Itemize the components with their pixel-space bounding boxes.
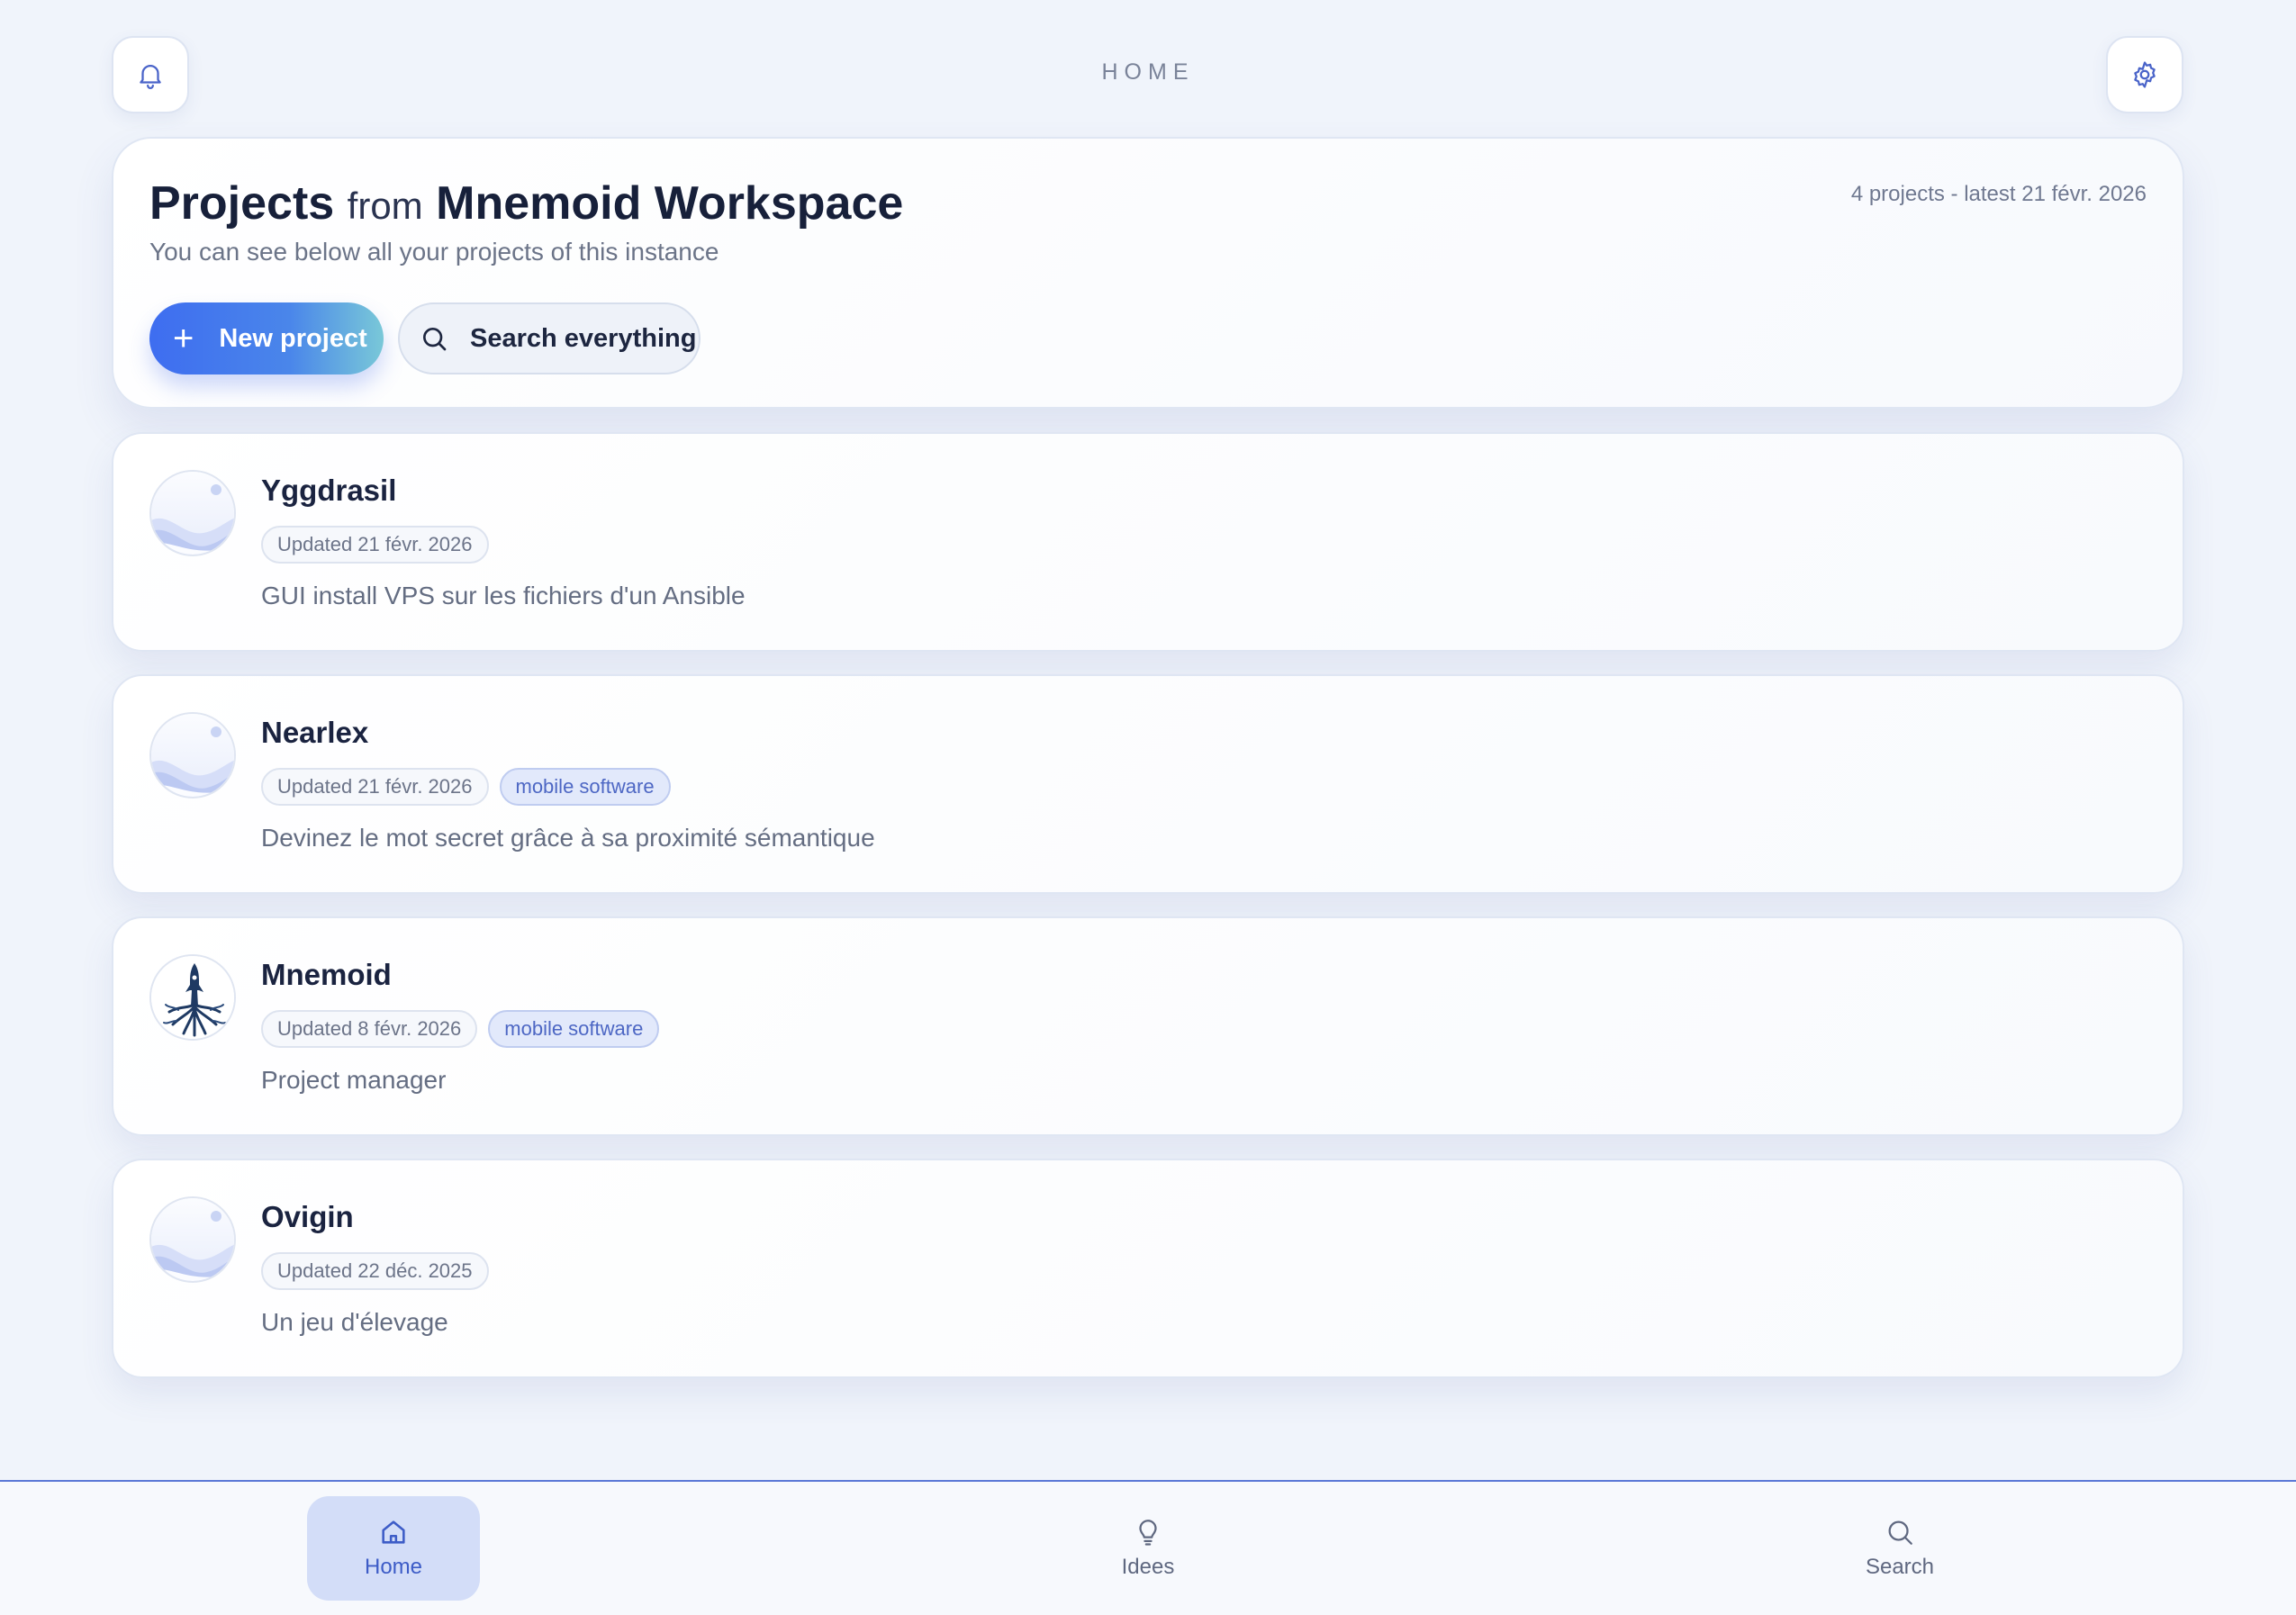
rocket-tree-logo-icon	[151, 956, 234, 1039]
home-screen: HOME Projects from Mnemoid Workspace You…	[0, 0, 2296, 1615]
nav-label-home: Home	[364, 1555, 423, 1579]
project-card-mnemoid[interactable]: Mnemoid Updated 8 févr. 2026 mobile soft…	[112, 916, 2184, 1136]
workspace-title: Projects from Mnemoid Workspace	[149, 176, 903, 230]
project-description: Devinez le mot secret grâce à sa proximi…	[261, 824, 875, 852]
nav-item-idees[interactable]: Idees	[1062, 1496, 1234, 1601]
project-avatar	[149, 954, 236, 1041]
nav-item-search[interactable]: Search	[1813, 1496, 1986, 1601]
project-name: Yggdrasil	[261, 474, 397, 507]
plus-icon: +	[173, 319, 194, 358]
placeholder-wave-icon	[151, 714, 234, 797]
workspace-header-card: Projects from Mnemoid Workspace You can …	[112, 137, 2184, 409]
settings-button[interactable]	[2106, 36, 2183, 113]
page-title: HOME	[1101, 59, 1195, 85]
search-everything-label: Search everything	[470, 323, 697, 353]
search-everything-button[interactable]: Search everything	[398, 302, 701, 374]
projects-summary: 4 projects - latest 21 févr. 2026	[1850, 182, 2147, 206]
project-name: Ovigin	[261, 1200, 354, 1233]
home-icon	[382, 1520, 405, 1544]
project-name: Nearlex	[261, 716, 369, 749]
category-tag[interactable]: mobile software	[488, 1010, 660, 1048]
nav-item-home[interactable]: Home	[307, 1496, 480, 1601]
lightbulb-icon	[1139, 1520, 1157, 1546]
new-project-button[interactable]: + New project	[149, 302, 384, 374]
project-description: Project manager	[261, 1066, 447, 1094]
title-from: from	[347, 185, 423, 227]
project-avatar	[149, 1196, 236, 1283]
placeholder-wave-icon	[151, 1198, 234, 1281]
project-card-nearlex[interactable]: Nearlex Updated 21 févr. 2026 mobile sof…	[112, 674, 2184, 894]
search-icon	[1888, 1520, 1912, 1545]
project-card-yggdrasil[interactable]: Yggdrasil Updated 21 févr. 2026 GUI inst…	[112, 432, 2184, 652]
new-project-label: New project	[219, 323, 367, 353]
project-card-ovigin[interactable]: Ovigin Updated 22 déc. 2025 Un jeu d'éle…	[112, 1159, 2184, 1378]
project-avatar	[149, 712, 236, 798]
updated-badge: Updated 21 févr. 2026	[261, 768, 489, 806]
project-chips: Updated 8 févr. 2026 mobile software	[261, 1010, 660, 1048]
nav-label-search: Search	[1865, 1555, 1935, 1579]
project-avatar	[149, 470, 236, 556]
updated-badge: Updated 8 févr. 2026	[261, 1010, 478, 1048]
bottom-navigation: Home Idees Search	[0, 1480, 2296, 1615]
updated-badge: Updated 21 févr. 2026	[261, 526, 489, 564]
project-chips: Updated 21 févr. 2026 mobile software	[261, 768, 671, 806]
title-workspace-name: Mnemoid Workspace	[436, 177, 904, 230]
gear-icon	[2134, 61, 2156, 88]
project-chips: Updated 22 déc. 2025	[261, 1252, 489, 1290]
updated-badge: Updated 22 déc. 2025	[261, 1252, 489, 1290]
search-icon	[423, 328, 447, 351]
project-chips: Updated 21 févr. 2026	[261, 526, 489, 564]
workspace-subtitle: You can see below all your projects of t…	[149, 238, 719, 266]
project-description: GUI install VPS sur les fichiers d'un An…	[261, 582, 746, 609]
project-description: Un jeu d'élevage	[261, 1308, 448, 1336]
project-name: Mnemoid	[261, 958, 392, 991]
title-projects: Projects	[149, 177, 335, 230]
placeholder-wave-icon	[151, 472, 234, 555]
category-tag[interactable]: mobile software	[499, 768, 671, 806]
nav-label-idees: Idees	[1121, 1555, 1175, 1579]
